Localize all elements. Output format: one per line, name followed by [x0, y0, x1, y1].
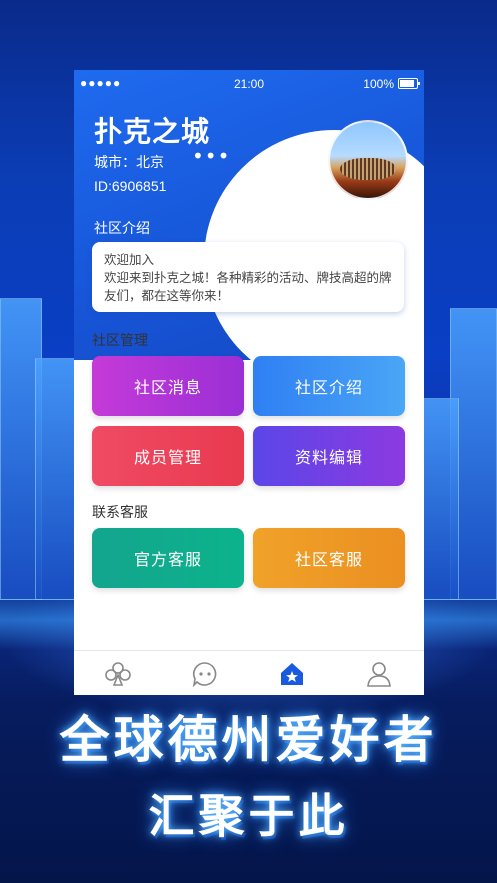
community-avatar[interactable] [328, 120, 408, 200]
member-management-button[interactable]: 成员管理 [92, 426, 244, 486]
tab-home[interactable] [248, 651, 335, 695]
battery-percent: 100% [363, 77, 394, 91]
tab-club[interactable] [74, 651, 161, 695]
community-intro-button[interactable]: 社区介绍 [253, 356, 405, 416]
intro-body: 欢迎来到扑克之城！各种精彩的活动、牌技高超的牌友们，都在这等你来！ [104, 270, 392, 303]
intro-card: 欢迎加入 欢迎来到扑克之城！各种精彩的活动、牌技高超的牌友们，都在这等你来！ [92, 242, 404, 312]
battery-icon [398, 78, 420, 89]
city-skyline-left [0, 298, 80, 600]
city-skyline-right [417, 300, 497, 600]
service-section-label: 联系客服 [92, 505, 148, 521]
slogan-line-1: 全球德州爱好者 [59, 711, 438, 769]
status-bar: ●●●●● 21:00 100% [74, 70, 424, 98]
more-options-button[interactable]: ••• [192, 144, 230, 168]
intro-section-label: 社区介绍 [94, 221, 150, 237]
chat-icon [192, 661, 216, 687]
official-service-button[interactable]: 官方客服 [92, 528, 244, 588]
profile-edit-button[interactable]: 资料编辑 [253, 426, 405, 486]
home-star-icon [280, 662, 303, 685]
tab-bar [74, 650, 424, 695]
tab-profile[interactable] [335, 651, 422, 695]
community-message-button[interactable]: 社区消息 [92, 356, 244, 416]
tab-chat[interactable] [161, 651, 248, 695]
slogan-line-2: 汇聚于此 [148, 789, 349, 843]
community-id: ID:6906851 [94, 178, 167, 194]
community-city: 城市：北京 [94, 155, 164, 171]
club-icon [104, 661, 131, 686]
user-icon [366, 661, 391, 687]
community-service-button[interactable]: 社区客服 [253, 528, 405, 588]
manage-section-label: 社区管理 [92, 333, 148, 349]
intro-title: 欢迎加入 [104, 252, 155, 267]
phone-screen: ●●●●● 21:00 100% 扑克之城 城市：北京 ••• ID:69068… [74, 70, 424, 695]
